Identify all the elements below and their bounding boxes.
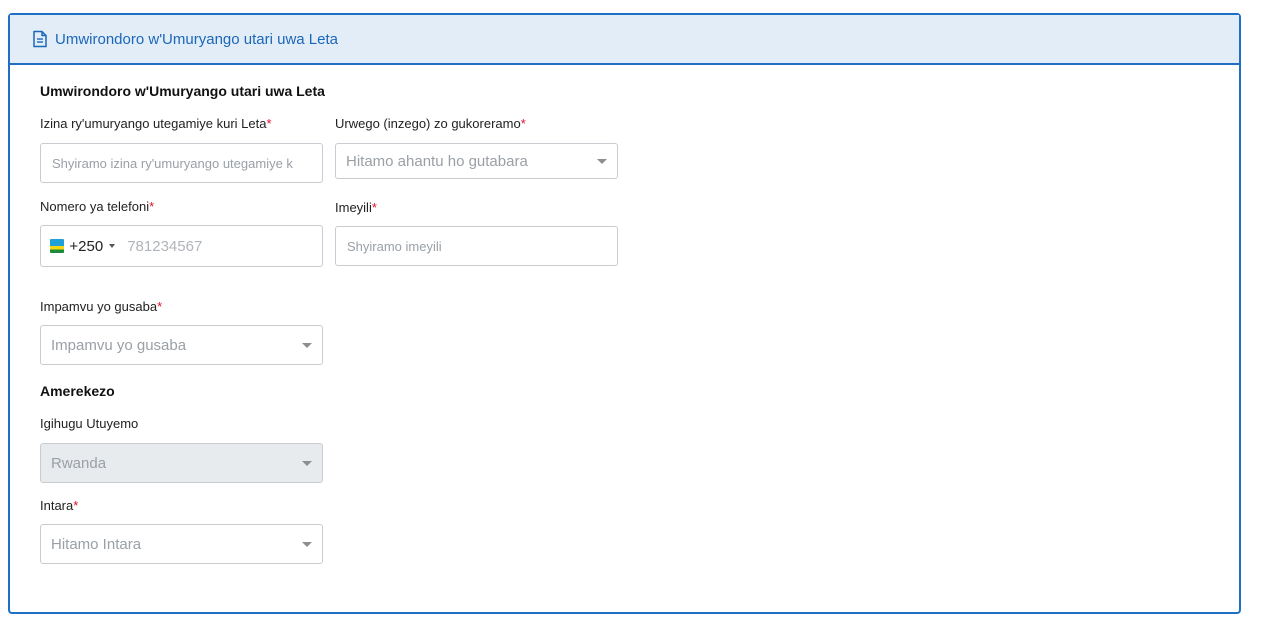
org-name-input[interactable] [41, 144, 322, 182]
required-marker: * [371, 200, 377, 215]
required-marker: * [266, 116, 272, 131]
document-icon [32, 30, 48, 48]
phone-label-text: Nomero ya telefoni [40, 199, 150, 214]
work-level-select[interactable]: Hitamo ahantu ho gutabara [335, 143, 618, 179]
work-level-label-text: Urwego (inzego) zo gukoreramo [335, 116, 521, 131]
rwanda-flag-icon[interactable] [50, 239, 65, 253]
country-code-caret-icon[interactable] [109, 244, 116, 248]
phone-label: Nomero ya telefoni* [40, 199, 154, 214]
province-select[interactable]: Hitamo Intara [40, 524, 323, 564]
phone-field: +250 [40, 225, 323, 267]
country-select: Rwanda [40, 443, 323, 483]
chevron-down-icon [302, 461, 312, 466]
reason-placeholder: Impamvu yo gusaba [51, 336, 187, 354]
dial-code[interactable]: +250 [69, 238, 103, 255]
org-name-field [40, 143, 323, 183]
phone-input[interactable] [125, 226, 322, 266]
org-name-label: Izina ry'umuryango utegamiye kuri Leta* [40, 116, 272, 131]
email-label: Imeyili* [335, 200, 377, 215]
required-marker: * [149, 199, 155, 214]
required-marker: * [157, 299, 163, 314]
reason-label: Impamvu yo gusaba* [40, 299, 162, 314]
email-input[interactable] [336, 227, 617, 265]
required-marker: * [73, 498, 79, 513]
address-title: Amerekezo [40, 383, 115, 399]
work-level-placeholder: Hitamo ahantu ho gutabara [346, 152, 528, 170]
reason-select[interactable]: Impamvu yo gusaba [40, 325, 323, 365]
org-name-label-text: Izina ry'umuryango utegamiye kuri Leta [40, 116, 267, 131]
province-label-text: Intara [40, 498, 74, 513]
province-label: Intara* [40, 498, 78, 513]
chevron-down-icon [302, 343, 312, 348]
country-value: Rwanda [51, 454, 107, 472]
province-placeholder: Hitamo Intara [51, 535, 142, 553]
panel-title: Umwirondoro w'Umuryango utari uwa Leta [55, 30, 338, 48]
section-title: Umwirondoro w'Umuryango utari uwa Leta [40, 83, 325, 99]
chevron-down-icon [597, 159, 607, 164]
country-label: Igihugu Utuyemo [40, 416, 139, 431]
required-marker: * [520, 116, 526, 131]
work-level-label: Urwego (inzego) zo gukoreramo* [335, 116, 526, 131]
email-field [335, 226, 618, 266]
email-label-text: Imeyili [335, 200, 372, 215]
chevron-down-icon [302, 542, 312, 547]
reason-label-text: Impamvu yo gusaba [40, 299, 158, 314]
panel-header: Umwirondoro w'Umuryango utari uwa Leta [10, 15, 1239, 65]
